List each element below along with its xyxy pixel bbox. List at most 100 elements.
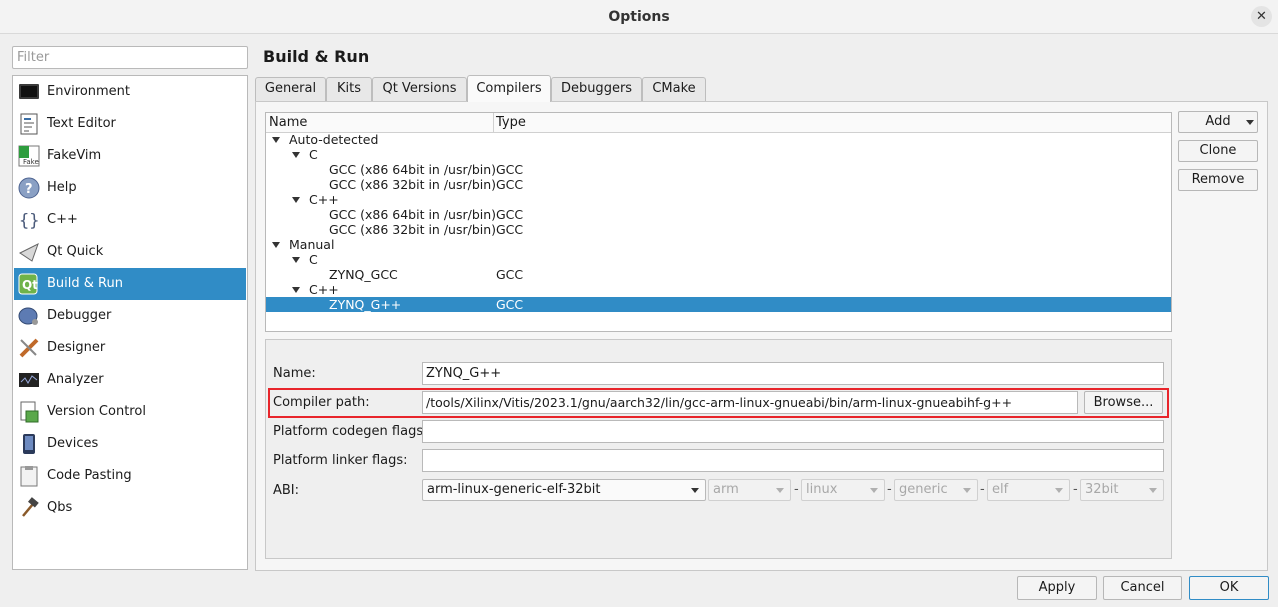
category-help[interactable]: ? Help bbox=[14, 172, 246, 204]
tree-row[interactable]: ZYNQ_GCC GCC bbox=[266, 267, 1171, 282]
svg-text:?: ? bbox=[25, 182, 33, 197]
tree-row[interactable]: GCC (x86 32bit in /usr/bin) GCC bbox=[266, 222, 1171, 237]
clone-button[interactable]: Clone bbox=[1178, 140, 1258, 162]
chevron-down-icon bbox=[1246, 120, 1254, 125]
tab-general[interactable]: General bbox=[255, 77, 326, 101]
category-cpp[interactable]: {} C++ bbox=[14, 204, 246, 236]
expand-arrow-icon[interactable] bbox=[292, 197, 300, 203]
tree-row[interactable]: C bbox=[266, 252, 1171, 267]
abi-separator: - bbox=[980, 482, 985, 497]
close-icon: ✕ bbox=[1256, 9, 1267, 24]
cancel-button[interactable]: Cancel bbox=[1103, 576, 1182, 600]
category-designer[interactable]: Designer bbox=[14, 332, 246, 364]
category-version-control[interactable]: Version Control bbox=[14, 396, 246, 428]
category-devices[interactable]: Devices bbox=[14, 428, 246, 460]
analyzer-icon bbox=[18, 369, 40, 391]
close-button[interactable]: ✕ bbox=[1251, 6, 1272, 27]
codegen-flags-field[interactable] bbox=[422, 420, 1164, 443]
tree-row[interactable]: C bbox=[266, 147, 1171, 162]
abi-separator: - bbox=[1073, 482, 1078, 497]
tree-row[interactable]: Auto-detected bbox=[266, 132, 1171, 147]
chevron-down-icon bbox=[1149, 488, 1157, 493]
qt-quick-icon bbox=[18, 241, 40, 263]
name-label: Name: bbox=[273, 366, 316, 381]
category-text-editor[interactable]: Text Editor bbox=[14, 108, 246, 140]
help-icon: ? bbox=[18, 177, 40, 199]
chevron-down-icon bbox=[1055, 488, 1063, 493]
filter-input[interactable]: Filter bbox=[12, 46, 248, 69]
braces-icon: {} bbox=[18, 209, 40, 231]
compiler-path-label: Compiler path: bbox=[273, 395, 370, 410]
linker-flags-field[interactable] bbox=[422, 449, 1164, 472]
chevron-down-icon bbox=[870, 488, 878, 493]
text-editor-icon bbox=[18, 113, 40, 135]
svg-text:Qt: Qt bbox=[22, 278, 38, 292]
category-qt-quick[interactable]: Qt Quick bbox=[14, 236, 246, 268]
devices-icon bbox=[18, 433, 40, 455]
svg-text:{}: {} bbox=[19, 211, 39, 231]
abi-arch-select[interactable]: arm bbox=[708, 479, 791, 501]
category-debugger[interactable]: Debugger bbox=[14, 300, 246, 332]
abi-label: ABI: bbox=[273, 483, 300, 498]
designer-icon bbox=[18, 337, 40, 359]
tab-kits[interactable]: Kits bbox=[326, 77, 372, 101]
chevron-down-icon bbox=[776, 488, 784, 493]
window-title: Options bbox=[608, 9, 670, 25]
page-title: Build & Run bbox=[263, 47, 370, 66]
category-analyzer[interactable]: Analyzer bbox=[14, 364, 246, 396]
abi-separator: - bbox=[887, 482, 892, 497]
compiler-tree: Name Type Auto-detected C GCC (x86 64bit… bbox=[265, 112, 1172, 332]
svg-text:Fake: Fake bbox=[23, 158, 39, 166]
abi-select[interactable]: arm-linux-generic-elf-32bit bbox=[422, 479, 706, 501]
abi-flavor-select[interactable]: generic bbox=[894, 479, 978, 501]
build-run-icon: Qt bbox=[18, 273, 40, 295]
column-separator[interactable] bbox=[493, 113, 494, 132]
hammer-icon bbox=[18, 497, 40, 519]
compiler-path-field[interactable]: /tools/Xilinx/Vitis/2023.1/gnu/aarch32/l… bbox=[422, 391, 1078, 414]
expand-arrow-icon[interactable] bbox=[292, 287, 300, 293]
chevron-down-icon bbox=[963, 488, 971, 493]
abi-separator: - bbox=[794, 482, 799, 497]
tree-row[interactable]: C++ bbox=[266, 192, 1171, 207]
expand-arrow-icon[interactable] bbox=[292, 152, 300, 158]
debugger-icon bbox=[18, 305, 40, 327]
category-qbs[interactable]: Qbs bbox=[14, 492, 246, 524]
tree-row[interactable]: C++ bbox=[266, 282, 1171, 297]
version-control-icon bbox=[18, 401, 40, 423]
monitor-icon bbox=[18, 81, 40, 103]
category-list: Environment Text Editor Fake FakeVim ? H… bbox=[12, 75, 248, 570]
chevron-down-icon bbox=[691, 488, 699, 493]
tab-debuggers[interactable]: Debuggers bbox=[551, 77, 642, 101]
remove-button[interactable]: Remove bbox=[1178, 169, 1258, 191]
add-button[interactable]: Add bbox=[1178, 111, 1258, 133]
tree-row[interactable]: Manual bbox=[266, 237, 1171, 252]
tree-row[interactable]: GCC (x86 64bit in /usr/bin) GCC bbox=[266, 162, 1171, 177]
fakevim-icon: Fake bbox=[18, 145, 40, 167]
column-name-header[interactable]: Name bbox=[269, 115, 307, 130]
tree-row-selected[interactable]: ZYNQ_G++ GCC bbox=[266, 297, 1171, 312]
tree-header: Name Type bbox=[266, 113, 1171, 133]
column-type-header[interactable]: Type bbox=[496, 115, 526, 130]
name-field[interactable]: ZYNQ_G++ bbox=[422, 362, 1164, 385]
apply-button[interactable]: Apply bbox=[1017, 576, 1097, 600]
expand-arrow-icon[interactable] bbox=[272, 137, 280, 143]
category-code-pasting[interactable]: Code Pasting bbox=[14, 460, 246, 492]
tree-row[interactable]: GCC (x86 64bit in /usr/bin) GCC bbox=[266, 207, 1171, 222]
tab-cmake[interactable]: CMake bbox=[642, 77, 706, 101]
browse-button[interactable]: Browse... bbox=[1084, 391, 1163, 414]
category-build-run[interactable]: Qt Build & Run bbox=[14, 268, 246, 300]
tab-qt-versions[interactable]: Qt Versions bbox=[372, 77, 467, 101]
code-pasting-icon bbox=[18, 465, 40, 487]
abi-width-select[interactable]: 32bit bbox=[1080, 479, 1164, 501]
tab-compilers[interactable]: Compilers bbox=[467, 75, 551, 102]
category-fakevim[interactable]: Fake FakeVim bbox=[14, 140, 246, 172]
category-environment[interactable]: Environment bbox=[14, 76, 246, 108]
abi-os-select[interactable]: linux bbox=[801, 479, 885, 501]
linker-flags-label: Platform linker flags: bbox=[273, 453, 408, 468]
ok-button[interactable]: OK bbox=[1189, 576, 1269, 600]
abi-format-select[interactable]: elf bbox=[987, 479, 1070, 501]
expand-arrow-icon[interactable] bbox=[272, 242, 280, 248]
codegen-flags-label: Platform codegen flags: bbox=[273, 424, 428, 439]
expand-arrow-icon[interactable] bbox=[292, 257, 300, 263]
tree-row[interactable]: GCC (x86 32bit in /usr/bin) GCC bbox=[266, 177, 1171, 192]
